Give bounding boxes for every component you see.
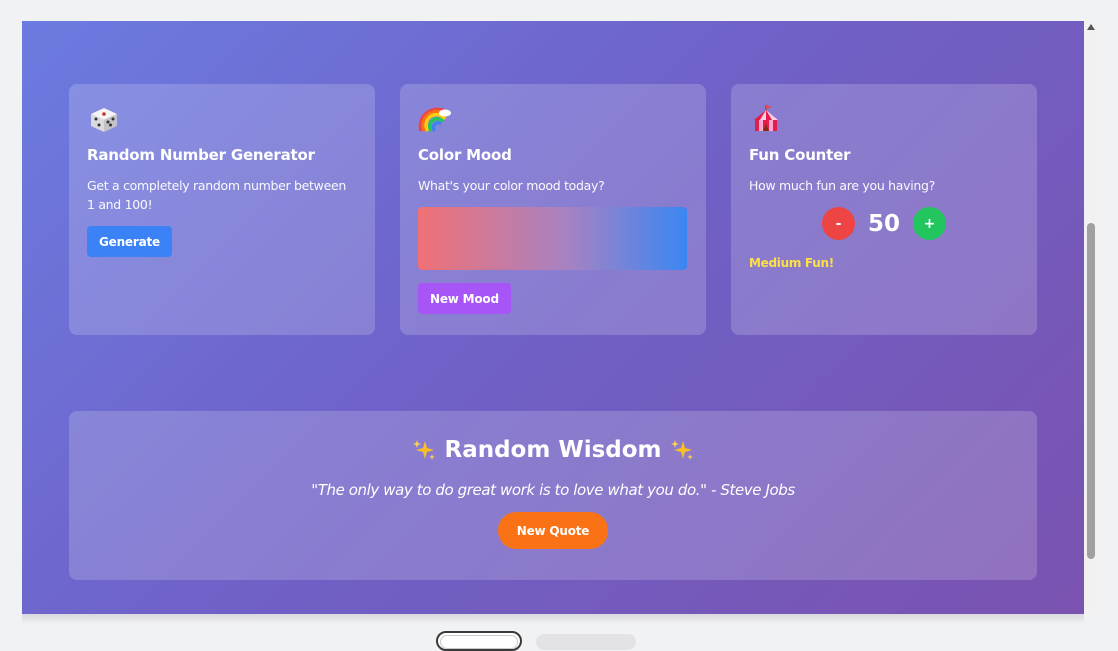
vertical-scrollbar[interactable] xyxy=(1084,21,1098,614)
wisdom-title: Random Wisdom xyxy=(444,437,662,463)
decrement-button[interactable]: - xyxy=(822,207,855,240)
card-title: Fun Counter xyxy=(749,146,851,164)
fun-counter-card: Fun Counter How much fun are you having?… xyxy=(731,84,1037,335)
rainbow-icon xyxy=(418,107,451,133)
sparkles-icon xyxy=(413,440,436,460)
increment-button[interactable]: + xyxy=(913,207,946,240)
card-description: Get a completely random number between 1… xyxy=(87,178,346,212)
card-description: How much fun are you having? xyxy=(749,178,936,193)
random-wisdom-section: Random Wisdom "The only way to do great … xyxy=(69,411,1037,580)
bottom-control-right[interactable] xyxy=(536,634,636,650)
color-mood-card: Color Mood What's your color mood today?… xyxy=(400,84,706,335)
new-mood-button[interactable]: New Mood xyxy=(418,283,511,314)
viewport-shadow xyxy=(22,614,1084,624)
wisdom-quote: "The only way to do great work is to lov… xyxy=(311,481,795,499)
wisdom-heading: Random Wisdom xyxy=(69,437,1037,463)
color-mood-swatch xyxy=(418,207,687,270)
card-description: What's your color mood today? xyxy=(418,178,605,193)
random-number-card: Random Number Generator Get a completely… xyxy=(69,84,375,335)
new-quote-button[interactable]: New Quote xyxy=(497,512,609,549)
fun-counter-value: 50 xyxy=(867,210,900,237)
dice-icon xyxy=(91,108,117,132)
scroll-up-arrow-icon[interactable] xyxy=(1087,24,1095,30)
card-title: Color Mood xyxy=(418,146,512,164)
fun-level-text: Medium Fun! xyxy=(749,256,834,270)
card-title: Random Number Generator xyxy=(87,146,315,164)
fun-counter-controls: - 50 + xyxy=(749,207,1019,240)
sparkles-icon xyxy=(670,440,693,460)
app-viewport: Random Number Generator Get a completely… xyxy=(22,21,1084,614)
circus-tent-icon xyxy=(754,105,778,131)
generate-button[interactable]: Generate xyxy=(87,226,172,257)
scrollbar-thumb[interactable] xyxy=(1087,223,1095,559)
bottom-control-left[interactable] xyxy=(436,631,522,651)
